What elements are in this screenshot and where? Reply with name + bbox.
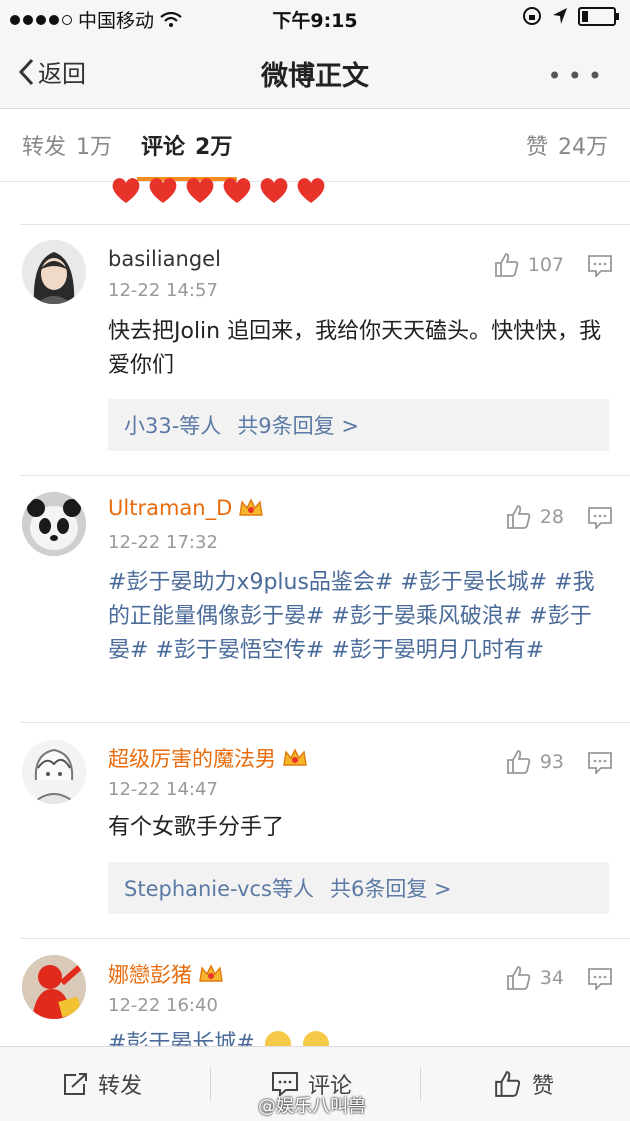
tab-like-count: 24万 [558, 135, 608, 160]
comment-item: Ultraman_D 12-22 17:32 28 #彭于晏助力x9plus品鉴… [0, 476, 630, 722]
nav-bar: 返回 微博正文 ••• [0, 36, 630, 109]
comment-date: 12-22 16:40 [108, 995, 218, 1016]
avatar[interactable] [22, 240, 86, 304]
thumbs-up-icon [506, 966, 531, 990]
username[interactable]: Ultraman_D [108, 496, 264, 520]
comment-item: basiliangel 12-22 14:57 107 快去把Jolin 追回来… [0, 225, 630, 475]
tab-comment-count: 2万 [195, 135, 233, 160]
like-count: 34 [539, 967, 564, 989]
like-count: 28 [539, 506, 564, 528]
avatar[interactable] [22, 492, 86, 556]
thumbs-up-icon [506, 505, 531, 529]
emoji-icon [302, 1031, 329, 1046]
rotation-lock-icon [523, 7, 541, 25]
like-button[interactable]: 93 [506, 749, 564, 775]
like-label: 赞 [532, 1074, 555, 1099]
username-text: 超级厉害的魔法男 [108, 747, 276, 771]
tab-comment-label: 评论 [141, 135, 186, 160]
thumbs-up-icon [495, 1071, 521, 1097]
like-button[interactable]: 107 [494, 252, 564, 278]
reply-users: 小33-等人 [124, 414, 222, 438]
comment-text[interactable]: #彭于晏长城# [108, 1027, 608, 1046]
comment-date: 12-22 14:57 [108, 280, 218, 301]
reply-summary[interactable]: 小33-等人 共9条回复 > [108, 399, 609, 451]
like-count: 107 [527, 254, 564, 276]
status-bar: 中国移动 下午9:15 [0, 0, 630, 36]
tab-repost[interactable]: 转发 1万 [22, 129, 112, 161]
emoji-icon [264, 1031, 291, 1046]
heart-icon [260, 178, 288, 203]
reply-icon[interactable] [588, 255, 612, 277]
comment-item: 娜戀彭猪 12-22 16:40 34 #彭于晏长城# [0, 939, 630, 1046]
separator [210, 1067, 211, 1101]
comment-text: 有个女歌手分手了 [108, 815, 285, 840]
username-text: 娜戀彭猪 [108, 963, 192, 987]
vip-crown-icon [239, 498, 264, 516]
reply-icon[interactable] [588, 968, 612, 990]
comment-text[interactable]: #彭于晏助力x9plus品鉴会# #彭于晏长城# #我的正能量偶像彭于晏# #彭… [108, 566, 608, 668]
heart-icon [297, 178, 325, 203]
reply-icon[interactable] [588, 507, 612, 529]
reply-count: 共9条回复 > [237, 414, 359, 438]
comment-item: 超级厉害的魔法男 12-22 14:47 93 有个女歌手分手了 Stephan… [0, 723, 630, 938]
tab-repost-count: 1万 [76, 135, 113, 160]
repost-label: 转发 [98, 1074, 143, 1099]
tab-comment[interactable]: 评论 2万 [141, 129, 232, 161]
tab-repost-label: 转发 [22, 135, 67, 160]
vip-crown-icon [199, 964, 223, 982]
repost-icon [64, 1073, 87, 1095]
reply-icon[interactable] [588, 752, 612, 774]
location-icon [553, 8, 567, 24]
username-text: Ultraman_D [108, 496, 233, 520]
like-post-button[interactable]: 赞 [494, 1047, 554, 1121]
page-title: 微博正文 [261, 61, 369, 92]
comment-date: 12-22 17:32 [108, 532, 218, 553]
heart-icon [223, 178, 251, 203]
vip-crown-icon [283, 748, 307, 766]
tab-like[interactable]: 赞 24万 [526, 129, 608, 161]
thumbs-up-icon [506, 750, 531, 774]
username[interactable]: 娜戀彭猪 [108, 959, 224, 989]
username[interactable]: 超级厉害的魔法男 [108, 743, 308, 773]
battery-icon [578, 6, 619, 26]
separator [420, 1067, 421, 1101]
comment-date: 12-22 14:47 [108, 779, 218, 800]
like-button[interactable]: 28 [506, 504, 564, 530]
tab-like-label: 赞 [525, 135, 548, 160]
reply-users: Stephanie-vcs等人 [124, 877, 314, 901]
heart-icon [186, 178, 214, 203]
avatar[interactable] [22, 955, 86, 1019]
thumbs-up-icon [494, 253, 518, 277]
more-icon[interactable]: ••• [548, 62, 608, 90]
repost-button[interactable]: 转发 [62, 1047, 142, 1121]
reply-summary[interactable]: Stephanie-vcs等人 共6条回复 > [108, 862, 609, 914]
tab-bar: 转发 1万 评论 2万 赞 24万 [0, 109, 630, 182]
avatar[interactable] [22, 740, 86, 804]
heart-icon [112, 178, 140, 203]
username[interactable]: basiliangel [108, 247, 221, 271]
like-button[interactable]: 34 [506, 965, 564, 991]
comment-tag-text: #彭于晏长城# [108, 1031, 255, 1046]
heart-icon [149, 178, 177, 203]
reply-count: 共6条回复 > [329, 877, 452, 901]
comment-text: 快去把Jolin 追回来，我给你天天磕头。快快快，我爱你们 [108, 319, 602, 378]
heart-emoji-row [110, 176, 327, 204]
like-count: 93 [539, 751, 564, 773]
watermark: @娱乐八叫兽 [258, 1096, 366, 1117]
